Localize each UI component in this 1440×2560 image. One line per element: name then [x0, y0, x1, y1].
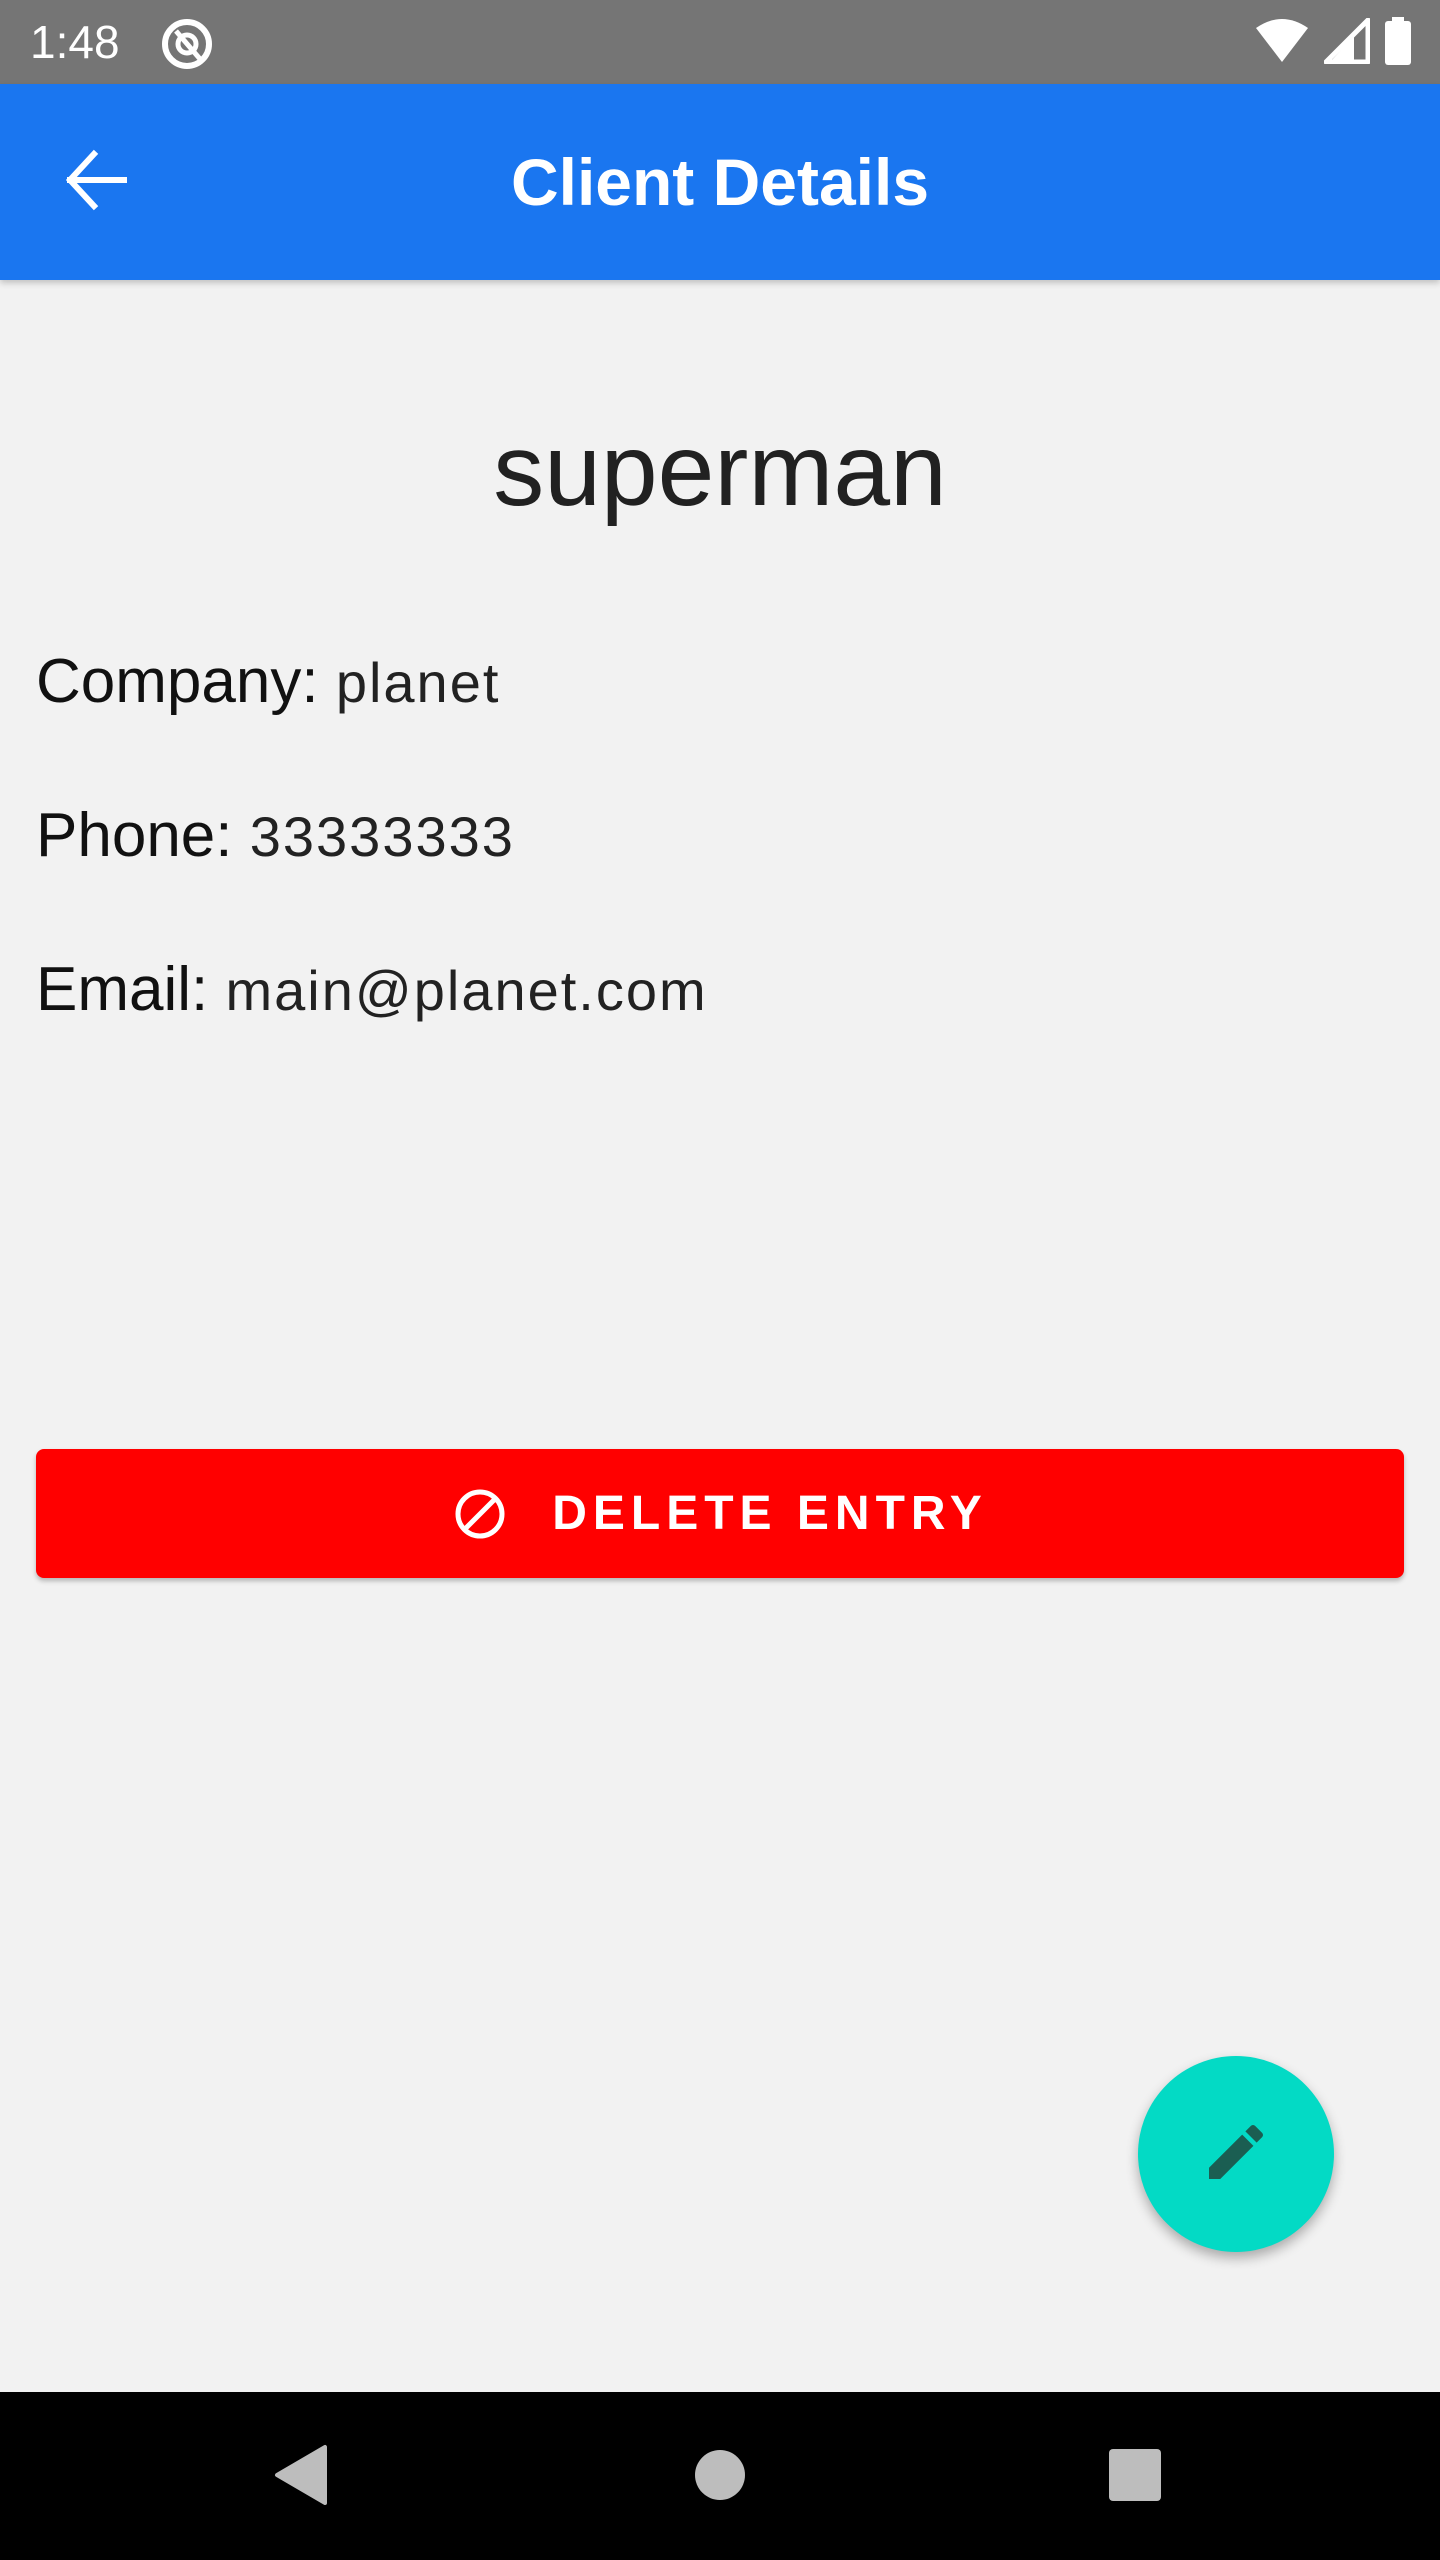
phone-value: 33333333: [249, 805, 515, 868]
nav-recents-icon: [1108, 2448, 1162, 2507]
company-value: planet: [335, 651, 501, 714]
phone-row: Phone: 33333333: [36, 796, 515, 877]
email-label: Email:: [36, 955, 209, 1024]
status-icons: [1254, 16, 1412, 70]
nav-back-icon: [271, 2443, 331, 2512]
system-nav-bar: [0, 2392, 1440, 2560]
nav-back-button[interactable]: [256, 2432, 346, 2522]
company-row: Company: planet: [36, 642, 500, 723]
arrow-back-icon: [64, 148, 128, 217]
client-details-screen: 1:48 Client Details superman Company: pl…: [0, 0, 1440, 2560]
delete-entry-button[interactable]: DELETE ENTRY: [36, 1449, 1404, 1578]
edit-fab-button[interactable]: [1138, 2056, 1334, 2252]
block-icon: [452, 1486, 508, 1542]
nav-recents-button[interactable]: [1090, 2432, 1180, 2522]
nav-home-icon: [694, 2449, 746, 2506]
client-name: superman: [493, 413, 947, 527]
email-row: Email: main@planet.com: [36, 950, 708, 1031]
app-notification-icon: [160, 17, 214, 71]
signal-icon: [1323, 17, 1371, 69]
nav-home-button[interactable]: [675, 2432, 765, 2522]
company-label: Company:: [36, 647, 319, 716]
status-time: 1:48: [30, 16, 120, 68]
pencil-icon: [1200, 2116, 1272, 2193]
email-value: main@planet.com: [225, 959, 708, 1022]
page-title: Client Details: [510, 145, 930, 219]
battery-icon: [1384, 16, 1412, 70]
back-button[interactable]: [48, 134, 144, 230]
delete-entry-label: DELETE ENTRY: [552, 1487, 988, 1540]
status-bar: 1:48: [0, 0, 1440, 84]
phone-label: Phone:: [36, 801, 233, 870]
wifi-icon: [1254, 18, 1310, 69]
app-bar: Client Details: [0, 84, 1440, 280]
